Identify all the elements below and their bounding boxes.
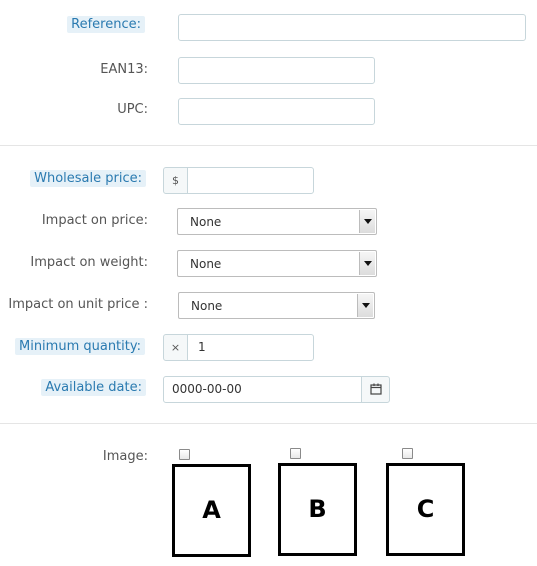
minimum-quantity-label-text: Minimum quantity: bbox=[14, 338, 145, 355]
impact-price-label: Impact on price: bbox=[41, 213, 148, 228]
wholesale-price-label: Wholesale price: bbox=[30, 170, 146, 187]
quantity-prefix: × bbox=[163, 334, 188, 361]
wholesale-price-input[interactable] bbox=[187, 167, 314, 194]
impact-unit-price-value: None bbox=[191, 299, 223, 313]
impact-weight-value: None bbox=[190, 257, 222, 271]
impact-price-value: None bbox=[190, 215, 222, 229]
impact-unit-price-select[interactable]: None bbox=[178, 292, 375, 319]
chevron-down-icon[interactable] bbox=[357, 294, 373, 317]
impact-unit-price-label: Impact on unit price : bbox=[8, 297, 148, 312]
upc-label: UPC: bbox=[117, 102, 148, 117]
available-date-input[interactable]: 0000-00-00 bbox=[163, 376, 362, 403]
section-divider bbox=[0, 145, 537, 146]
image-c-thumbnail[interactable]: C bbox=[386, 463, 465, 556]
available-date-label-text: Available date: bbox=[41, 379, 146, 396]
chevron-down-icon[interactable] bbox=[359, 252, 375, 275]
reference-label-text: Reference: bbox=[67, 16, 145, 33]
minimum-quantity-input[interactable]: 1 bbox=[187, 334, 314, 361]
impact-price-select[interactable]: None bbox=[177, 208, 377, 235]
ean13-label: EAN13: bbox=[100, 62, 148, 77]
calendar-button[interactable] bbox=[361, 376, 390, 403]
available-date-label: Available date: bbox=[41, 379, 146, 396]
impact-weight-label: Impact on weight: bbox=[30, 255, 148, 270]
impact-weight-select[interactable]: None bbox=[177, 250, 377, 277]
image-a-thumbnail[interactable]: A bbox=[172, 464, 251, 557]
upc-input[interactable] bbox=[178, 98, 375, 125]
image-c-checkbox[interactable] bbox=[402, 448, 413, 459]
image-a-checkbox[interactable] bbox=[179, 449, 190, 460]
reference-label: Reference: bbox=[67, 16, 145, 33]
image-b-checkbox[interactable] bbox=[290, 448, 301, 459]
wholesale-price-label-text: Wholesale price: bbox=[30, 170, 146, 187]
minimum-quantity-label: Minimum quantity: bbox=[14, 338, 145, 355]
ean13-input[interactable] bbox=[178, 57, 375, 84]
image-b-thumbnail[interactable]: B bbox=[278, 463, 357, 556]
section-divider bbox=[0, 423, 537, 424]
calendar-icon bbox=[369, 383, 382, 395]
currency-prefix: $ bbox=[163, 167, 188, 194]
reference-input[interactable] bbox=[178, 14, 526, 41]
chevron-down-icon[interactable] bbox=[359, 210, 375, 233]
image-label: Image: bbox=[102, 449, 148, 464]
